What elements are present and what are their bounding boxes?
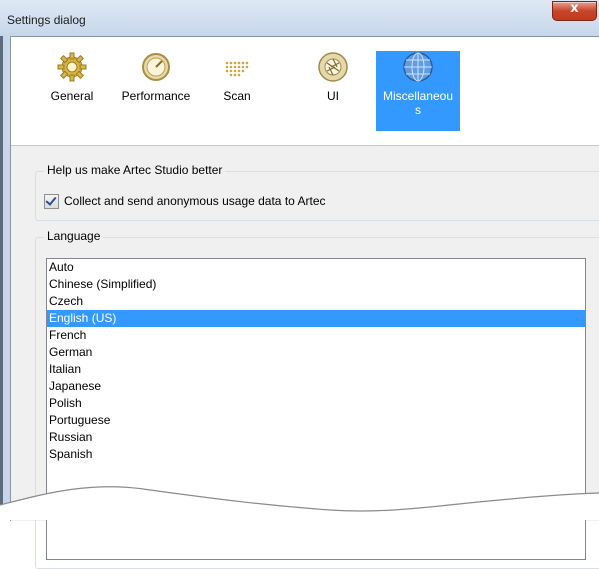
language-option[interactable]: Russian: [47, 429, 585, 446]
tab-general[interactable]: General: [44, 51, 100, 103]
language-option[interactable]: Italian: [47, 361, 585, 378]
language-option[interactable]: German: [47, 344, 585, 361]
tab-miscellaneous[interactable]: Miscellaneou s: [376, 51, 460, 131]
window-title: Settings dialog: [7, 13, 86, 27]
feedback-group: Help us make Artec Studio better Collect…: [35, 163, 599, 221]
language-option[interactable]: French: [47, 327, 585, 344]
settings-category-toolbar: General Performance Scan UI Miscellaneou…: [11, 37, 599, 146]
tab-scan-label: Scan: [223, 89, 251, 103]
tab-performance-label: Performance: [121, 89, 191, 103]
aperture-icon: [318, 52, 348, 82]
language-listbox[interactable]: Auto Chinese (Simplified) Czech English (US…: [46, 258, 586, 560]
language-group-title: Language: [44, 229, 104, 243]
tab-ui[interactable]: UI: [311, 51, 355, 103]
gear-icon: [57, 52, 87, 82]
close-button[interactable]: x: [552, 1, 597, 21]
language-option[interactable]: Czech: [47, 293, 585, 310]
tab-performance[interactable]: Performance: [116, 51, 196, 103]
usage-data-checkbox[interactable]: [44, 194, 59, 209]
window-frame-left: [0, 36, 10, 520]
settings-dialog-window: Settings dialog x General Performance Sc…: [0, 0, 599, 569]
language-option[interactable]: Auto: [47, 259, 585, 276]
language-option[interactable]: Spanish: [47, 446, 585, 463]
language-group: Language Auto Chinese (Simplified) Czech En…: [35, 229, 599, 569]
dot-grid-icon: [225, 61, 249, 77]
tab-ui-label: UI: [327, 89, 339, 103]
feedback-group-title: Help us make Artec Studio better: [44, 163, 226, 177]
tab-miscellaneous-label-line2: s: [415, 103, 421, 117]
title-bar: Settings dialog x: [0, 0, 599, 36]
globe-icon: [403, 52, 433, 82]
dialog-content: General Performance Scan UI Miscellaneou…: [10, 36, 599, 569]
close-icon: x: [570, 1, 579, 16]
language-option[interactable]: Chinese (Simplified): [47, 276, 585, 293]
speedometer-icon: [142, 53, 170, 81]
language-option[interactable]: Portuguese: [47, 412, 585, 429]
usage-data-checkbox-label: Collect and send anonymous usage data to…: [64, 194, 326, 208]
language-option[interactable]: Polish: [47, 395, 585, 412]
tab-miscellaneous-label-line1: Miscellaneou: [382, 89, 454, 103]
tab-scan[interactable]: Scan: [215, 51, 259, 103]
language-option[interactable]: English (US): [47, 310, 585, 327]
language-option[interactable]: Japanese: [47, 378, 585, 395]
tab-general-label: General: [50, 89, 94, 103]
